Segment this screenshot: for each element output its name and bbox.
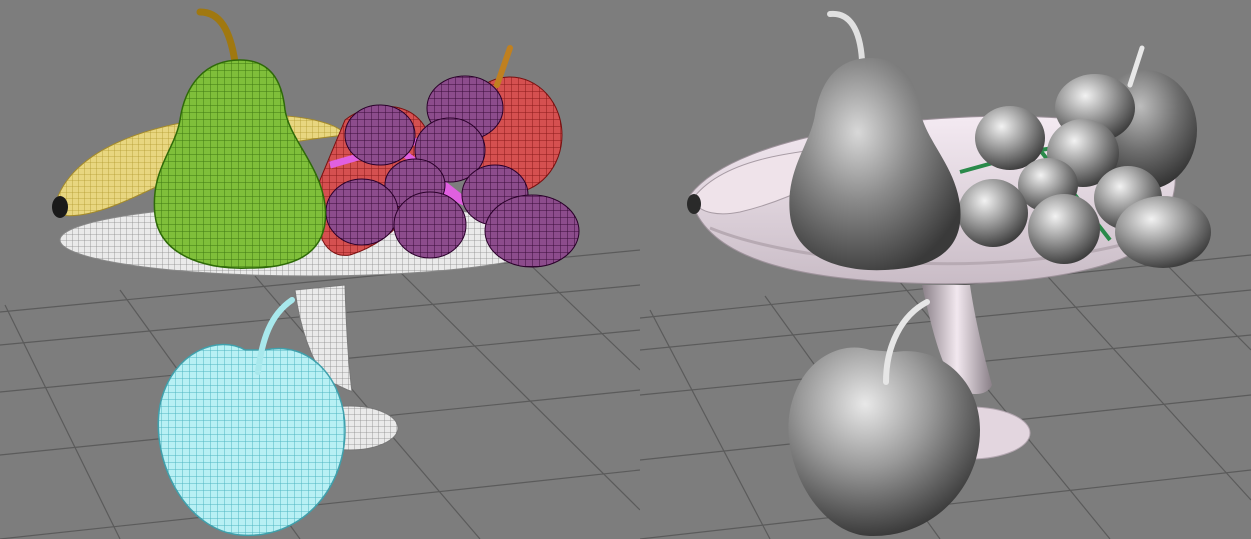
wireframe-viewport[interactable] [0, 0, 640, 539]
shaded-viewport[interactable] [640, 0, 1251, 539]
banana-tip [52, 196, 68, 218]
banana-tip [687, 194, 701, 214]
scene-canvas [0, 0, 1251, 539]
